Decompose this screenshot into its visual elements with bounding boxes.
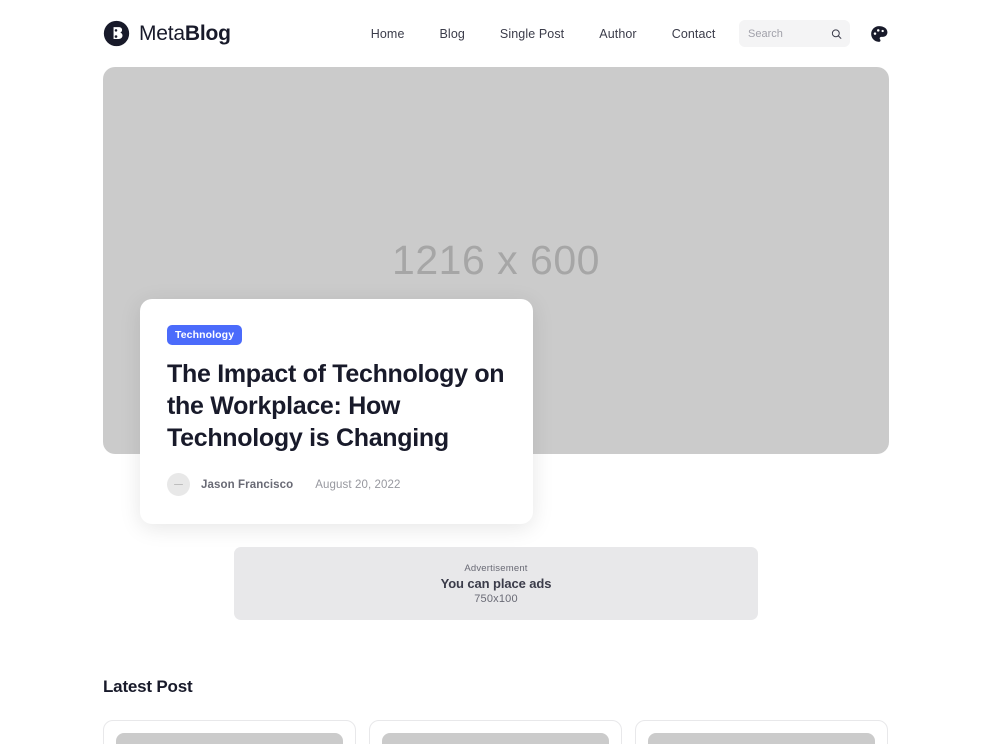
- brand-wordmark: MetaBlog: [139, 23, 231, 44]
- avatar-dash-glyph: [174, 483, 183, 486]
- post-card[interactable]: [103, 720, 356, 744]
- latest-post-heading: Latest Post: [103, 677, 193, 696]
- nav-item-contact[interactable]: Contact: [672, 27, 716, 41]
- advertisement-headline: You can place ads: [440, 575, 552, 591]
- advertisement-section: Advertisement You can place ads 750x100: [0, 547, 992, 620]
- latest-post-grid: [103, 720, 889, 744]
- post-card[interactable]: [635, 720, 888, 744]
- primary-nav: Home Blog Single Post Author Contact: [371, 27, 716, 41]
- broken-image-avatar-icon: [167, 473, 190, 496]
- hero-section: 1216 x 600 Technology The Impact of Tech…: [103, 67, 889, 524]
- nav-item-home[interactable]: Home: [371, 27, 405, 41]
- brand-text-bold: Blog: [184, 22, 231, 45]
- page-root: MetaBlog Home Blog Single Post Author Co…: [0, 0, 992, 744]
- site-header: MetaBlog Home Blog Single Post Author Co…: [0, 0, 992, 67]
- hero-image-dimensions-label: 1216 x 600: [392, 237, 600, 283]
- hero-byline: Jason Francisco August 20, 2022: [167, 473, 506, 496]
- search-box[interactable]: [739, 20, 850, 47]
- search-icon[interactable]: [831, 28, 842, 39]
- search-input[interactable]: [748, 27, 828, 40]
- metablog-circle-b-logo-icon: [103, 20, 130, 47]
- post-card-thumbnail: [648, 733, 875, 744]
- header-actions: [739, 20, 889, 47]
- brand-text-light: Meta: [139, 22, 185, 45]
- latest-post-section: Latest Post: [103, 677, 889, 744]
- post-card-thumbnail: [382, 733, 609, 744]
- palette-theme-icon[interactable]: [869, 24, 889, 44]
- post-card-thumbnail: [116, 733, 343, 744]
- hero-category-badge[interactable]: Technology: [167, 325, 243, 345]
- advertisement-banner[interactable]: Advertisement You can place ads 750x100: [234, 547, 758, 620]
- advertisement-size: 750x100: [474, 592, 518, 605]
- nav-item-author[interactable]: Author: [599, 27, 636, 41]
- hero-post-title[interactable]: The Impact of Technology on the Workplac…: [167, 358, 506, 454]
- hero-author-name: Jason Francisco: [201, 478, 294, 491]
- nav-item-blog[interactable]: Blog: [440, 27, 465, 41]
- hero-post-date: August 20, 2022: [315, 478, 401, 491]
- advertisement-kicker: Advertisement: [464, 562, 528, 574]
- hero-post-card[interactable]: Technology The Impact of Technology on t…: [140, 299, 533, 524]
- post-card[interactable]: [369, 720, 622, 744]
- brand-logo-link[interactable]: MetaBlog: [103, 20, 231, 47]
- nav-item-single-post[interactable]: Single Post: [500, 27, 564, 41]
